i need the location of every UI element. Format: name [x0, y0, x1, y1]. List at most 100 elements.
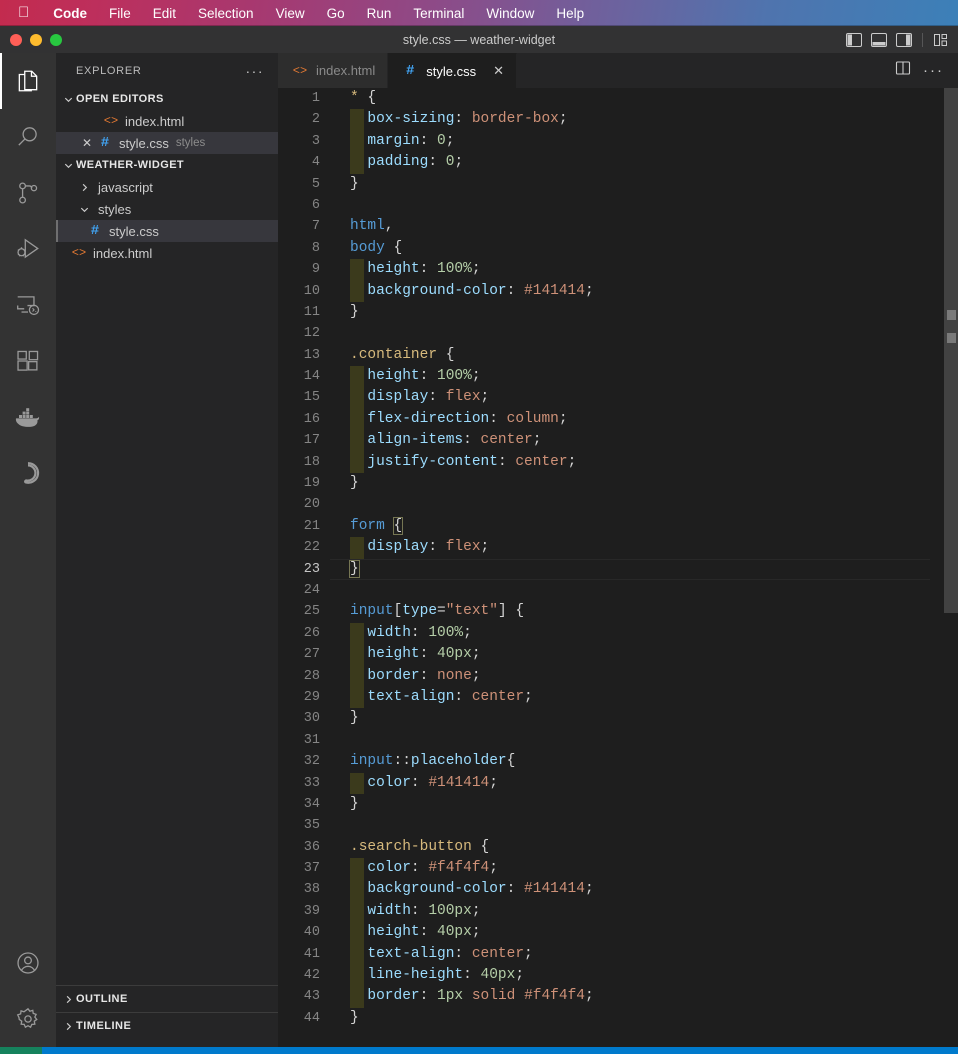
code-line[interactable]: 11}: [278, 302, 958, 323]
code-line[interactable]: 27 height: 40px;: [278, 644, 958, 666]
activity-bar-item-extensions[interactable]: [0, 333, 56, 389]
section-weather-widget[interactable]: WEATHER-WIDGET: [56, 154, 278, 176]
code-line[interactable]: 4 padding: 0;: [278, 152, 958, 174]
code-token: }: [350, 475, 359, 492]
close-tab-icon[interactable]: ✕: [493, 63, 504, 79]
tab-style-css[interactable]: # style.css ✕: [388, 53, 517, 88]
code-line[interactable]: 40 height: 40px;: [278, 922, 958, 944]
toggle-secondary-sidebar-icon[interactable]: [896, 32, 912, 47]
more-actions-icon[interactable]: ···: [923, 62, 944, 79]
code-line[interactable]: 22 display: flex;: [278, 537, 958, 559]
menu-item-edit[interactable]: Edit: [142, 6, 187, 21]
close-editor-icon[interactable]: ✕: [78, 136, 96, 150]
code-editor[interactable]: 1 * {2 box-sizing: border-box; 3 margin: 0…: [278, 88, 958, 1047]
code-line[interactable]: 7 html,: [278, 216, 958, 237]
customize-layout-icon[interactable]: [933, 33, 949, 47]
folder-styles[interactable]: styles: [56, 198, 278, 220]
minimize-window-button[interactable]: [30, 33, 42, 46]
menu-item-view[interactable]: View: [265, 6, 316, 21]
code-line[interactable]: 43 border: 1px solid #f4f4f4;: [278, 986, 958, 1008]
folder-javascript[interactable]: javascript: [56, 176, 278, 198]
code-line[interactable]: 31: [278, 730, 958, 751]
section-open-editors[interactable]: OPEN EDITORS: [56, 88, 278, 110]
open-editor-index-html[interactable]: <> index.html: [56, 110, 278, 132]
code-line[interactable]: 33 color: #141414;: [278, 772, 958, 794]
maximize-window-button[interactable]: [50, 33, 62, 46]
code-line[interactable]: 10 background-color: #141414;: [278, 280, 958, 302]
file-index-html[interactable]: <> index.html: [56, 242, 278, 264]
open-editor-style-css[interactable]: ✕ # style.css styles: [56, 132, 278, 154]
scrollbar-thumb[interactable]: [944, 88, 958, 613]
code-line[interactable]: 3 margin: 0;: [278, 130, 958, 153]
code-line[interactable]: 19}: [278, 473, 958, 494]
activity-bar-item-search[interactable]: [0, 109, 56, 165]
code-line[interactable]: 12: [278, 323, 958, 344]
section-outline[interactable]: OUTLINE: [56, 985, 278, 1012]
menu-item-selection[interactable]: Selection: [187, 6, 265, 21]
code-line[interactable]: 24: [278, 580, 958, 601]
code-line[interactable]: 18 justify-content: center;: [278, 451, 958, 474]
activity-bar-item-docker[interactable]: [0, 389, 56, 445]
menu-item-help[interactable]: Help: [545, 6, 595, 21]
remote-host-indicator[interactable]: [0, 1047, 42, 1054]
toggle-primary-sidebar-icon[interactable]: [846, 32, 862, 47]
code-line[interactable]: 44}: [278, 1008, 958, 1029]
code-line[interactable]: 15 display: flex;: [278, 387, 958, 409]
code-token: :: [428, 389, 446, 406]
code-line[interactable]: 28 border: none;: [278, 665, 958, 687]
code-line[interactable]: 23}: [278, 558, 958, 581]
close-window-button[interactable]: [10, 33, 22, 46]
code-line[interactable]: 16 flex-direction: column;: [278, 408, 958, 431]
code-token: display: [367, 389, 429, 406]
activity-bar-item-explorer[interactable]: [0, 53, 56, 109]
code-line[interactable]: 9 height: 100%;: [278, 259, 958, 281]
code-line[interactable]: 42 line-height: 40px;: [278, 965, 958, 987]
code-line[interactable]: 32 input::placeholder{: [278, 751, 958, 772]
code-line[interactable]: 5}: [278, 174, 958, 195]
code-line[interactable]: 17 align-items: center;: [278, 430, 958, 452]
activity-bar-item-settings[interactable]: [0, 991, 56, 1047]
menu-item-terminal[interactable]: Terminal: [402, 6, 475, 21]
activity-bar-item-sourcery[interactable]: [0, 445, 56, 501]
code-line[interactable]: 30}: [278, 708, 958, 729]
code-line[interactable]: 21 form {: [278, 516, 958, 537]
menu-item-code[interactable]: Code: [42, 6, 98, 21]
file-style-css[interactable]: # style.css: [56, 220, 278, 242]
activity-bar-item-run-and-debug[interactable]: [0, 221, 56, 277]
section-timeline[interactable]: TIMELINE: [56, 1012, 278, 1039]
code-line[interactable]: 14 height: 100%;: [278, 366, 958, 388]
code-line[interactable]: 39 width: 100px;: [278, 900, 958, 923]
code-line[interactable]: 26 width: 100%;: [278, 622, 958, 645]
split-editor-icon[interactable]: [895, 60, 911, 81]
code-line[interactable]: 8 body {: [278, 238, 958, 259]
activity-bar-item-accounts[interactable]: [0, 935, 56, 991]
code-line[interactable]: 20: [278, 494, 958, 515]
menu-item-run[interactable]: Run: [356, 6, 403, 21]
code-line[interactable]: 29 text-align: center;: [278, 686, 958, 709]
code-line[interactable]: 36 .search-button {: [278, 837, 958, 858]
code-line[interactable]: 38 background-color: #141414;: [278, 879, 958, 901]
explorer-more-actions-icon[interactable]: ···: [246, 63, 265, 79]
code-line[interactable]: 37 color: #f4f4f4;: [278, 858, 958, 880]
code-line[interactable]: 2 box-sizing: border-box;: [278, 109, 958, 131]
toggle-panel-icon[interactable]: [871, 32, 887, 47]
code-line[interactable]: 34}: [278, 794, 958, 815]
editor-vertical-scrollbar[interactable]: [944, 88, 958, 1047]
status-bar[interactable]: [0, 1047, 958, 1054]
code-line[interactable]: 41 text-align: center;: [278, 943, 958, 966]
menu-item-file[interactable]: File: [98, 6, 142, 21]
activity-bar-item-remote-explorer[interactable]: [0, 277, 56, 333]
menu-item-window[interactable]: Window: [475, 6, 545, 21]
tab-index-html[interactable]: <> index.html: [278, 53, 389, 88]
code-line[interactable]: 25 input[type="text"] {: [278, 601, 958, 622]
code-line[interactable]: 6: [278, 195, 958, 216]
menu-item-go[interactable]: Go: [316, 6, 356, 21]
code-line[interactable]: 35: [278, 815, 958, 836]
activity-bar-item-source-control[interactable]: [0, 165, 56, 221]
apple-logo-icon[interactable]: : [0, 5, 42, 20]
code-token: ;: [558, 410, 568, 427]
code-line[interactable]: 13 .container {: [278, 345, 958, 366]
code-line[interactable]: 1 * {: [278, 88, 958, 109]
